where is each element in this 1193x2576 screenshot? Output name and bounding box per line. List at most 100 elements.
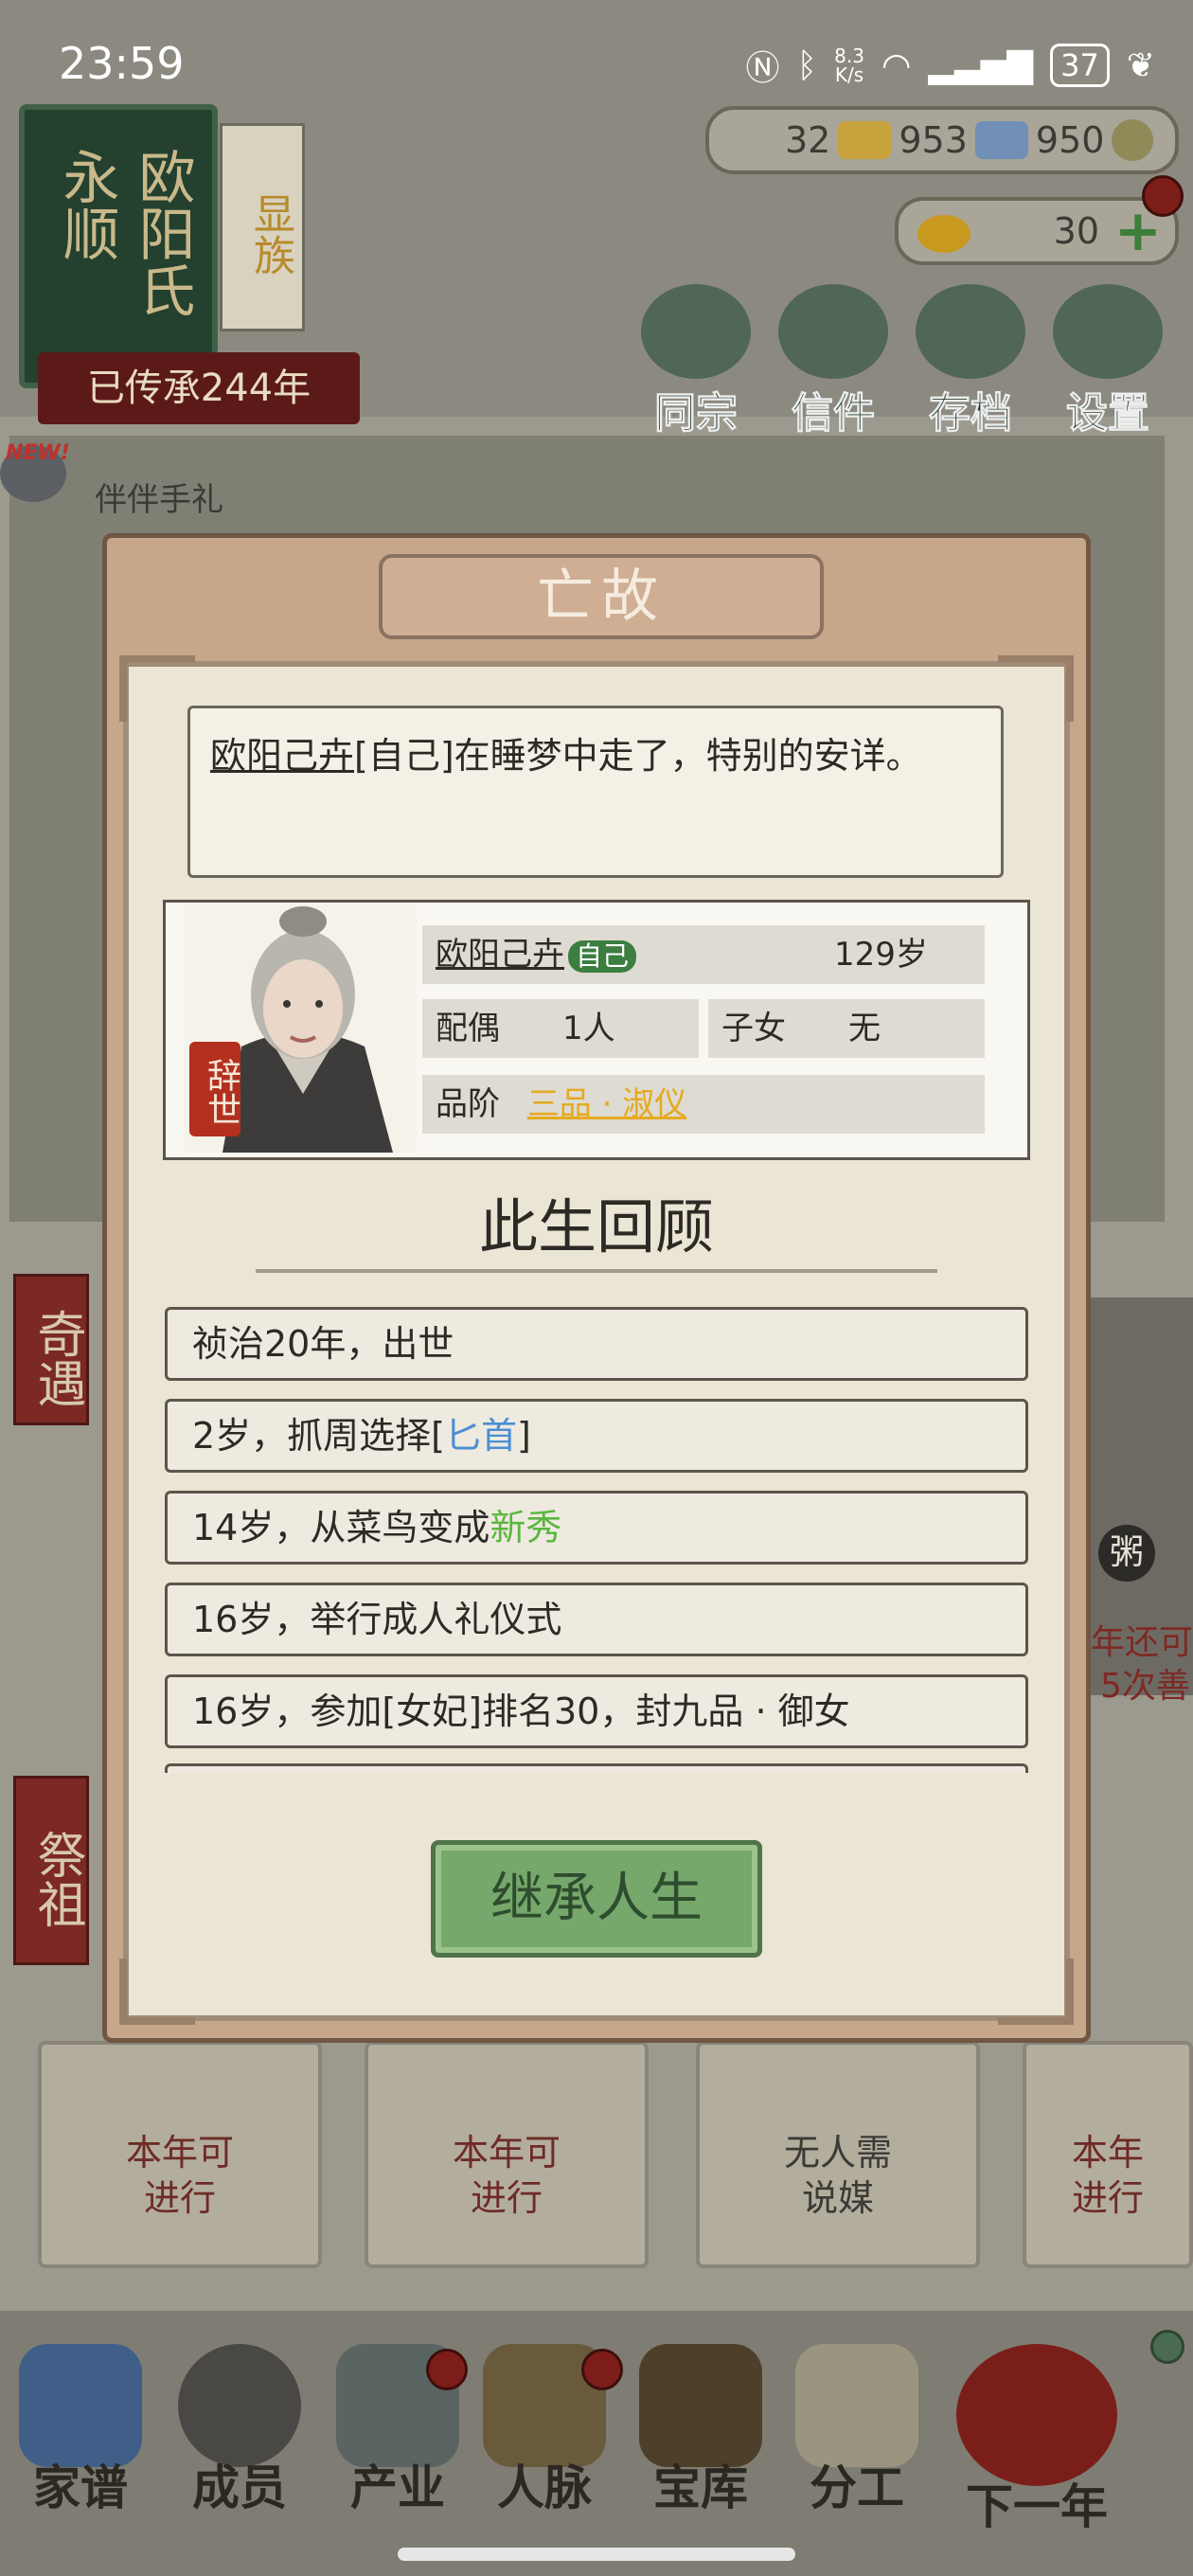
clan-plaque[interactable]: 欧阳氏 永顺 xyxy=(19,104,218,388)
member-icon xyxy=(178,2344,301,2467)
dialog-title: 亡故 xyxy=(537,564,666,630)
life-event-highlight: 匕首 xyxy=(445,1415,518,1457)
nav-label: 家谱 xyxy=(33,2460,128,2515)
card-line2: 说媒 xyxy=(801,2177,874,2219)
card-line1: 无人需 xyxy=(783,2132,892,2174)
children-row: 子女 无 xyxy=(708,999,985,1058)
top-menu-label: 设置 xyxy=(1066,389,1150,438)
gold-bar-count: 32 xyxy=(785,119,831,161)
spouse-label: 配偶 xyxy=(436,1010,500,1047)
death-description: 在睡梦中走了，特别的安详。 xyxy=(454,735,922,777)
silver-count: 953 xyxy=(899,119,968,161)
new-badge: NEW! xyxy=(6,441,70,465)
nav-label: 下一年 xyxy=(966,2479,1108,2534)
home-gesture-bar[interactable] xyxy=(398,2548,795,2561)
side-tag-ancestor[interactable]: 祭祖 xyxy=(13,1776,89,1965)
card-line1: 本年 xyxy=(1071,2132,1144,2174)
character-age: 129岁 xyxy=(834,936,928,974)
spouse-value: 1人 xyxy=(562,1010,615,1047)
side-tag-adventure[interactable]: 奇遇 xyxy=(13,1274,89,1425)
nav-family-tree[interactable]: 家谱 xyxy=(9,2344,151,2533)
frame-corner xyxy=(119,655,195,722)
wifi-icon: ◠ xyxy=(881,45,912,85)
deceased-name[interactable]: 欧阳己卉 xyxy=(210,735,354,777)
bluetooth-icon: ᛒ xyxy=(796,45,818,85)
character-name[interactable]: 欧阳己卉 xyxy=(436,936,564,974)
spouse-row: 配偶 1人 xyxy=(422,999,699,1058)
lantern-icon xyxy=(956,2344,1117,2486)
deceased-stamp: 辞世 xyxy=(189,1042,240,1136)
nav-label: 宝库 xyxy=(653,2460,748,2515)
top-menu-label: 存档 xyxy=(929,389,1013,438)
scroll-icon xyxy=(795,2344,918,2467)
family-tree-icon xyxy=(19,2344,142,2467)
top-menu-letters[interactable]: 信件 xyxy=(772,284,895,438)
background-card[interactable]: 本年可 进行 xyxy=(38,2041,322,2268)
leaf-icon: ❦ xyxy=(1126,45,1155,85)
clan-rank-card: 显族 xyxy=(220,123,305,331)
background-scroll-text: 伴伴手礼 xyxy=(95,481,223,519)
ingot-count: 30 xyxy=(1053,210,1099,252)
nav-division[interactable]: 分工 xyxy=(786,2344,928,2533)
gold-bar-icon xyxy=(838,121,892,159)
rank-value[interactable]: 三品 · 淑仪 xyxy=(527,1085,686,1123)
background-card-text: 本年可 进行 xyxy=(368,2130,645,2221)
background-card[interactable]: 本年 进行 xyxy=(1023,2041,1193,2268)
clan-name: 欧阳氏 xyxy=(129,148,195,318)
treasure-icon xyxy=(639,2344,762,2467)
life-event-row: 2岁，抓周选择[匕首] xyxy=(165,1399,1028,1473)
self-badge: 自己 xyxy=(568,939,637,973)
porridge-icon: 粥 xyxy=(1098,1525,1155,1582)
silver-icon xyxy=(974,121,1028,159)
life-event-text: ] xyxy=(517,1415,531,1457)
life-event-row-partial xyxy=(165,1763,1028,1773)
frame-corner xyxy=(998,655,1074,722)
nfc-icon: Ⓝ xyxy=(745,49,780,88)
status-icons: Ⓝ ᛒ 8.3 K/s ◠ ▂▃▅▇ 37 ❦ xyxy=(745,42,1155,89)
top-menu-settings[interactable]: 设置 xyxy=(1046,284,1169,438)
frame-corner xyxy=(119,1959,195,2025)
background-card[interactable]: 本年可 进行 xyxy=(365,2041,649,2268)
nav-label: 分工 xyxy=(810,2460,904,2515)
background-card[interactable]: 无人需 说媒 xyxy=(696,2041,980,2268)
heritage-banner: 已传承244年 xyxy=(38,352,360,424)
life-event-text: 祯治20年，出世 xyxy=(192,1323,454,1365)
net-speed-unit: K/s xyxy=(834,63,864,86)
background-card-text: 本年 进行 xyxy=(1026,2130,1189,2221)
scroll-handle xyxy=(1150,2330,1184,2364)
notification-dot xyxy=(581,2349,623,2390)
top-menu-label: 同宗 xyxy=(654,389,739,438)
life-event-text: 16岁，举行成人礼仪式 xyxy=(192,1599,562,1640)
background-right-text-2: 5次善 xyxy=(1100,1667,1190,1706)
nav-label: 人脉 xyxy=(497,2460,592,2515)
frame-corner xyxy=(998,1959,1074,2025)
coin-icon xyxy=(1112,119,1154,161)
notification-dot xyxy=(426,2349,468,2390)
top-menu-clan[interactable]: 同宗 xyxy=(634,284,757,438)
nav-treasury[interactable]: 宝库 xyxy=(630,2344,772,2533)
brush-icon xyxy=(916,284,1025,379)
battery-icon: 37 xyxy=(1050,44,1110,87)
background-card-text: 无人需 说媒 xyxy=(700,2130,976,2221)
top-menu-save[interactable]: 存档 xyxy=(909,284,1032,438)
clan-branch: 永顺 xyxy=(53,148,119,261)
life-event-text: 14岁，从菜鸟变成 xyxy=(192,1507,490,1548)
clan-rank: 显族 xyxy=(246,192,294,276)
nav-members[interactable]: 成员 xyxy=(169,2344,311,2533)
status-time: 23:59 xyxy=(59,38,185,89)
life-event-row: 14岁，从菜鸟变成新秀 xyxy=(165,1491,1028,1565)
gear-icon xyxy=(1053,284,1163,379)
inherit-life-button[interactable]: 继承人生 xyxy=(431,1840,762,1958)
notification-dot xyxy=(1142,175,1184,217)
book-icon xyxy=(641,284,751,379)
life-event-row: 16岁，举行成人礼仪式 xyxy=(165,1583,1028,1656)
nav-next-year[interactable]: 下一年 xyxy=(942,2344,1131,2534)
card-line2: 进行 xyxy=(1071,2177,1144,2219)
character-name-row: 欧阳己卉 自己 129岁 xyxy=(422,925,985,984)
death-event-text: 欧阳己卉[自己]在睡梦中走了，特别的安详。 xyxy=(210,727,987,784)
life-review-title: 此生回顾 xyxy=(478,1192,714,1261)
card-line1: 本年可 xyxy=(125,2132,234,2174)
background-right-text-1: 年还可 xyxy=(1091,1623,1193,1662)
children-label: 子女 xyxy=(721,1010,786,1047)
life-event-highlight: 新秀 xyxy=(490,1507,562,1548)
